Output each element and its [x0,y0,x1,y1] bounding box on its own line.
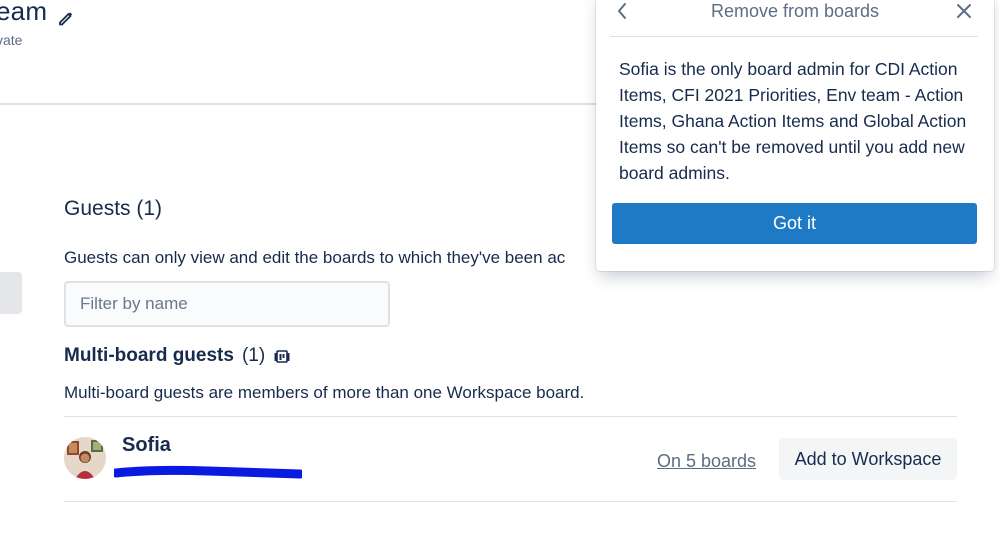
remove-from-boards-popover: Remove from boards Sofia is the only boa… [596,0,994,271]
row-divider [64,501,957,502]
workspace-members-page: eam vate Guests (1) Guests can only view… [0,0,999,533]
boards-icon[interactable] [273,347,291,365]
filter-by-name-input[interactable] [64,281,390,327]
avatar[interactable] [64,437,106,479]
popover-message: Sofia is the only board admin for CDI Ac… [619,59,967,183]
workspace-title: eam [0,0,75,27]
multi-board-guests-label: Multi-board guests [64,345,234,366]
close-icon[interactable] [952,0,976,23]
got-it-button[interactable]: Got it [612,203,977,244]
multi-board-guests-count: (1) [241,345,266,366]
guests-section-title: Guests (1) [64,197,163,220]
multi-board-guests-title: Multi-board guests (1) [64,345,291,367]
redacted-username [111,464,305,480]
popover-title: Remove from boards [710,1,880,21]
popover-divider [610,36,978,37]
pencil-icon[interactable] [57,3,75,25]
on-boards-link[interactable]: On 5 boards [657,451,756,472]
workspace-name: eam [0,0,48,26]
row-divider [64,416,957,417]
guests-description: Guests can only view and edit the boards… [64,248,566,267]
sidebar-item[interactable] [0,272,22,314]
header-divider [0,103,600,105]
add-to-workspace-button[interactable]: Add to Workspace [779,438,957,480]
member-name: Sofia [122,434,171,456]
workspace-visibility: vate [0,32,23,48]
multi-board-guests-description: Multi-board guests are members of more t… [64,383,585,402]
